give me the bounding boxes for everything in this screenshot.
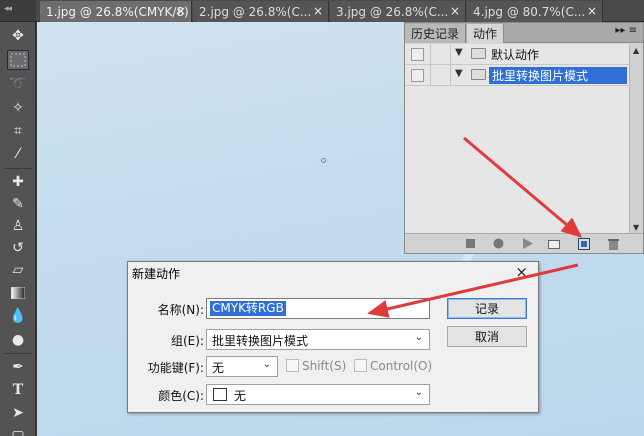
close-icon[interactable]: × [587, 4, 597, 18]
tab-2-jpg[interactable]: 2.jpg @ 26.8%(C... × [193, 1, 329, 22]
function-key-value: 无 [212, 361, 225, 375]
eraser-tool-icon[interactable]: ▱ [7, 260, 29, 280]
gradient-tool-icon[interactable] [7, 283, 29, 303]
toggle-checkbox[interactable] [411, 48, 424, 61]
color-select[interactable]: 无 ⌄ [206, 384, 430, 405]
group-select[interactable]: 批里转换图片模式 ⌄ [206, 329, 430, 350]
actions-list: ▼ 默认动作 ▼ 批里转换图片模式 [405, 44, 629, 234]
stop-icon[interactable] [463, 237, 477, 250]
dialog-title: 新建动作 [132, 267, 181, 281]
chevron-down-icon: ⌄ [414, 387, 423, 398]
tab-3-jpg[interactable]: 3.jpg @ 26.8%(C... × [330, 1, 466, 22]
move-tool-icon[interactable]: ✥ [7, 26, 29, 46]
color-label: 颜色(C): [158, 389, 204, 403]
close-icon[interactable]: × [450, 4, 460, 18]
new-action-icon[interactable] [577, 237, 591, 250]
tab-4-jpg[interactable]: 4.jpg @ 80.7%(C... × [467, 1, 603, 22]
action-set-label: 默认动作 [491, 48, 540, 62]
panel-scrollbar[interactable]: ▲ ▼ [629, 44, 643, 234]
trash-icon[interactable] [606, 237, 620, 250]
tab-label: 2.jpg @ 26.8%(C... [199, 4, 312, 19]
close-icon[interactable]: × [313, 4, 323, 18]
name-value: CMYK转RGB [210, 301, 286, 316]
tab-label: 1.jpg @ 26.8%(CMYK/8) [46, 4, 189, 19]
toggle-checkbox[interactable] [411, 69, 424, 82]
brush-cursor [321, 158, 326, 163]
column-divider [430, 65, 431, 86]
panel-menu-icon[interactable]: ▸▸ ≡ [615, 25, 637, 36]
tab-history[interactable]: 历史记录 [405, 24, 467, 43]
control-checkbox[interactable] [354, 359, 367, 372]
close-icon[interactable]: × [176, 4, 186, 18]
column-divider [450, 65, 451, 86]
column-divider [430, 44, 431, 65]
panel-tab-strip: 历史记录 动作 ▸▸ ≡ [405, 23, 643, 43]
lasso-tool-icon[interactable]: ➰ [7, 74, 29, 94]
history-brush-tool-icon[interactable]: ↺ [7, 238, 29, 258]
play-icon[interactable] [521, 237, 535, 250]
function-key-select[interactable]: 无 ⌄ [206, 356, 278, 377]
action-set-label: 批里转换图片模式 [489, 67, 627, 84]
shift-label: Shift(S) [302, 359, 347, 373]
name-label: 名称(N): [157, 303, 204, 317]
brush-tool-icon[interactable]: ✎ [7, 194, 29, 214]
folder-icon [471, 48, 486, 59]
name-field[interactable]: CMYK转RGB [206, 298, 430, 319]
document-tab-bar: ◂◂ 1.jpg @ 26.8%(CMYK/8) × 2.jpg @ 26.8%… [0, 0, 644, 22]
clone-stamp-tool-icon[interactable]: ♙ [7, 216, 29, 236]
marquee-tool-icon[interactable] [7, 50, 29, 70]
column-divider [450, 44, 451, 65]
tab-1-jpg[interactable]: 1.jpg @ 26.8%(CMYK/8) × [40, 1, 192, 22]
folder-icon [471, 69, 486, 80]
color-swatch [213, 388, 227, 401]
eyedropper-tool-icon[interactable]: ⁄ [7, 144, 29, 164]
scroll-up-icon[interactable]: ▲ [633, 46, 639, 55]
dodge-tool-icon[interactable]: ● [7, 330, 29, 350]
chevron-down-icon: ⌄ [262, 359, 271, 370]
shift-checkbox[interactable] [286, 359, 299, 372]
expand-triangle-icon[interactable]: ▼ [455, 68, 463, 79]
pen-tool-icon[interactable]: ✒ [7, 357, 29, 377]
new-action-dialog: 新建动作 × 名称(N): CMYK转RGB 记录 组(E): 批里转换图片模式… [127, 261, 539, 413]
expand-triangle-icon[interactable]: ▼ [455, 47, 463, 58]
crop-tool-icon[interactable]: ⌗ [7, 121, 29, 141]
tools-panel: ✥ ➰ ✧ ⌗ ⁄ ✚ ✎ ♙ ↺ ▱ 💧 ● ✒ T ➤ ▢ [0, 22, 36, 436]
list-item[interactable]: ▼ 批里转换图片模式 [405, 65, 629, 86]
function-key-label: 功能键(F): [147, 361, 204, 375]
blur-tool-icon[interactable]: 💧 [7, 306, 29, 326]
type-tool-icon[interactable]: T [7, 380, 29, 400]
group-value: 批里转换图片模式 [212, 334, 309, 348]
magic-wand-tool-icon[interactable]: ✧ [7, 98, 29, 118]
tab-label: 3.jpg @ 26.8%(C... [336, 4, 449, 19]
cancel-button[interactable]: 取消 [447, 326, 527, 347]
scroll-down-icon[interactable]: ▼ [633, 223, 639, 232]
healing-brush-tool-icon[interactable]: ✚ [7, 172, 29, 192]
record-button[interactable]: 记录 [447, 298, 527, 319]
close-icon[interactable]: × [515, 263, 528, 281]
new-set-icon[interactable] [547, 237, 561, 250]
tab-label: 4.jpg @ 80.7%(C... [473, 4, 586, 19]
toolbar-grip[interactable]: ◂◂ [0, 0, 36, 22]
shape-tool-icon[interactable]: ▢ [7, 426, 29, 436]
record-icon[interactable] [491, 237, 505, 250]
control-label: Control(O) [370, 359, 433, 373]
panel-footer [405, 233, 643, 253]
tool-divider [4, 353, 32, 354]
list-item[interactable]: ▼ 默认动作 [405, 44, 629, 65]
chevron-down-icon: ⌄ [414, 332, 423, 343]
path-selection-tool-icon[interactable]: ➤ [7, 403, 29, 423]
tool-divider [4, 168, 32, 169]
group-label: 组(E): [171, 334, 204, 348]
color-value: 无 [234, 389, 247, 403]
tab-actions[interactable]: 动作 [467, 24, 505, 43]
actions-panel: 历史记录 动作 ▸▸ ≡ ▼ 默认动作 ▼ 批里转换图片模式 ▲ ▼ [404, 22, 644, 254]
